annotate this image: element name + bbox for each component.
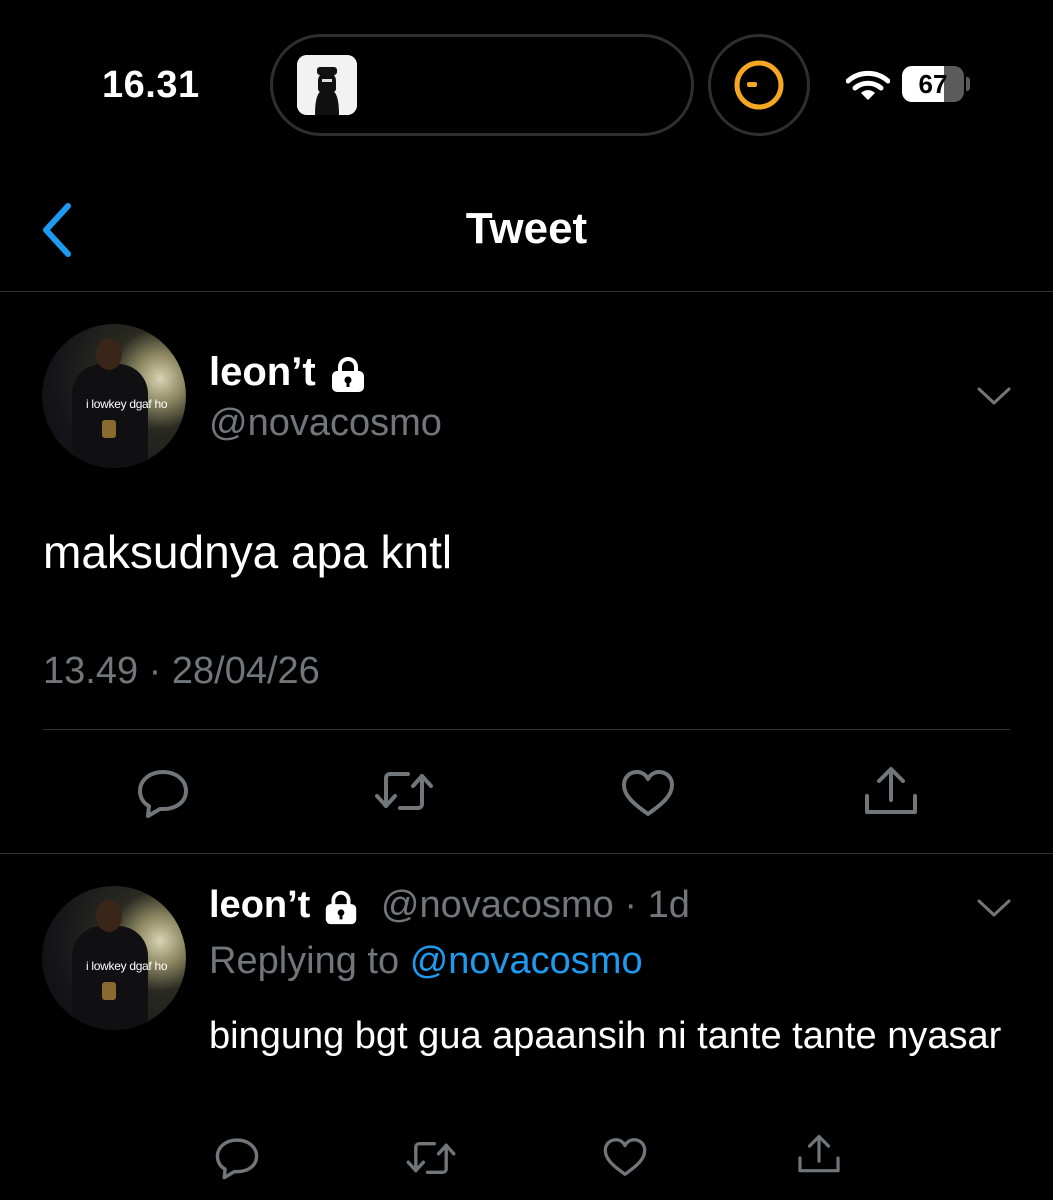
header-divider [0, 291, 1053, 292]
battery-indicator: 67 [902, 66, 964, 102]
status-time: 16.31 [102, 64, 200, 106]
battery-cap [966, 77, 970, 91]
replying-to-mention[interactable]: @novacosmo [410, 940, 643, 982]
lock-icon [326, 890, 357, 925]
tweet-timestamp[interactable]: 13.49 · 28/04/26 [43, 650, 320, 693]
avatar-figure-head [96, 338, 122, 370]
author-handle[interactable]: @novacosmo [209, 402, 442, 445]
wifi-icon [846, 70, 890, 100]
reply-author-handle: @novacosmo [380, 884, 614, 926]
reply-meta: · 1d [624, 884, 690, 926]
timer-icon [734, 60, 784, 110]
avatar-figure-head [96, 900, 122, 932]
reply-text: bingung bgt gua apaansih ni tante tante … [209, 1015, 1002, 1057]
retweet-icon[interactable] [404, 1136, 458, 1180]
chevron-down-icon[interactable] [976, 384, 1012, 408]
chevron-down-icon[interactable] [976, 896, 1012, 920]
timer-activity[interactable] [708, 34, 810, 136]
reply-author-row[interactable]: leon’t @novacosmo · 1d [209, 884, 690, 927]
author-name-row[interactable]: leon’t [209, 350, 368, 395]
page-title: Tweet [465, 204, 588, 253]
now-playing-thumbnail [297, 55, 357, 115]
avatar-glass [102, 982, 116, 1000]
share-icon[interactable] [796, 1132, 842, 1176]
like-icon[interactable] [620, 768, 676, 818]
dynamic-island[interactable] [270, 34, 694, 136]
avatar-figure [72, 926, 148, 1030]
tweet-text: maksudnya apa kntl [43, 526, 453, 578]
reply-icon[interactable] [214, 1136, 260, 1180]
avatar-figure [72, 364, 148, 468]
avatar-caption: i lowkey dgaf ho [86, 959, 168, 973]
tweet-detail-screen: 16.31 67 Tweet i lowkey dgaf ho leon’t @… [0, 0, 1053, 1200]
replying-to-line: Replying to @novacosmo [209, 940, 643, 983]
avatar-glass [102, 420, 116, 438]
battery-level: 67 [918, 69, 948, 99]
retweet-icon[interactable] [372, 766, 436, 816]
lock-icon [331, 357, 364, 393]
timestamp-divider [43, 729, 1010, 730]
reply-icon[interactable] [136, 768, 190, 818]
like-icon[interactable] [602, 1136, 648, 1178]
avatar[interactable]: i lowkey dgaf ho [42, 324, 186, 468]
avatar-caption: i lowkey dgaf ho [86, 397, 168, 411]
share-icon[interactable] [862, 764, 920, 818]
author-name: leon’t [209, 350, 316, 394]
tweet-divider [0, 853, 1053, 854]
reply-avatar[interactable]: i lowkey dgaf ho [42, 886, 186, 1030]
replying-to-prefix: Replying to [209, 940, 400, 982]
masked-figure-icon [297, 55, 357, 115]
reply-author-name: leon’t [209, 884, 311, 926]
